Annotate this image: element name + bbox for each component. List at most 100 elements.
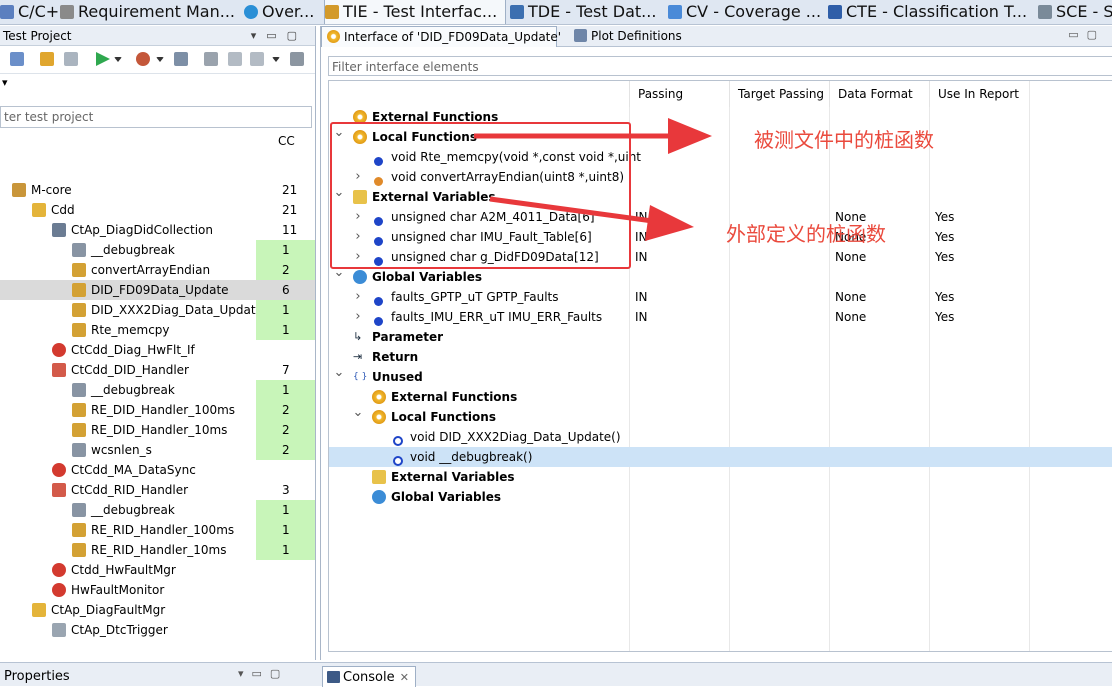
tree-item-cc: 21 — [282, 203, 298, 217]
cell-report[interactable]: Yes — [935, 307, 954, 327]
chevron-down-icon[interactable]: ⌄ — [333, 363, 345, 383]
tree-item[interactable]: CtAp_DiagDidCollection 11 — [0, 220, 315, 240]
chevron-right-icon[interactable]: › — [352, 307, 364, 327]
tree-item[interactable]: CtCdd_RID_Handler 3 — [0, 480, 315, 500]
interface-row[interactable]: ⌄ Local Functions — [329, 405, 1112, 427]
column-data-format[interactable]: Data Format — [829, 81, 929, 107]
perspective-tab-overview[interactable]: Over... — [244, 0, 320, 24]
tree-item[interactable]: __debugbreak 1 — [0, 240, 315, 260]
tab-properties[interactable]: Properties — [4, 666, 70, 687]
tree-item[interactable]: M-core 21 — [0, 180, 315, 200]
tree-item[interactable]: RE_DID_Handler_100ms 2 — [0, 400, 315, 420]
view-controls[interactable]: ▾▭▢ — [251, 26, 307, 46]
tree-item-label: convertArrayEndian — [91, 263, 211, 277]
tree-item[interactable]: CtCdd_MA_DataSync — [0, 460, 315, 480]
column-use-in-report[interactable]: Use In Report — [929, 81, 1029, 107]
refresh-icon[interactable] — [64, 52, 78, 66]
close-icon[interactable]: ✕ — [400, 667, 409, 688]
interface-row[interactable]: Global Variables — [329, 487, 1112, 507]
debug-icon[interactable] — [136, 52, 150, 66]
tree-item[interactable]: CtCdd_DID_Handler 7 — [0, 360, 315, 380]
tree-item[interactable]: CtAp_DtcTrigger — [0, 620, 315, 640]
tree-item[interactable]: RE_RID_Handler_100ms 1 — [0, 520, 315, 540]
cell-format[interactable]: None — [835, 247, 866, 267]
tree-item[interactable]: RE_RID_Handler_10ms 1 — [0, 540, 315, 560]
chevron-down-icon[interactable] — [114, 57, 122, 62]
column-target-passing[interactable]: Target Passing — [729, 81, 829, 107]
chevron-right-icon[interactable]: › — [352, 287, 364, 307]
chevron-down-icon[interactable]: ⌄ — [352, 403, 364, 423]
chevron-down-icon[interactable]: ▾ — [2, 76, 8, 89]
tree-item[interactable]: Ctdd_HwFaultMgr — [0, 560, 315, 580]
tree-item[interactable]: RE_DID_Handler_10ms 2 — [0, 420, 315, 440]
cell-report[interactable]: Yes — [935, 207, 954, 227]
perspective-tab-tde[interactable]: TDE - Test Dat... — [510, 0, 660, 24]
cell-passing[interactable]: IN — [635, 207, 648, 227]
editor-controls[interactable]: ▭▢ — [1068, 28, 1105, 41]
perspective-tab-requirements[interactable]: Requirement Man... — [60, 0, 238, 24]
interface-row[interactable]: ↳ Parameter — [329, 327, 1112, 347]
tree-item-cc: 2 — [256, 260, 315, 280]
function-check-icon — [72, 523, 86, 537]
link-icon[interactable] — [290, 52, 304, 66]
tab-console[interactable]: Console ✕ — [322, 666, 416, 687]
properties-controls[interactable]: ▾▭▢ — [238, 667, 288, 680]
tree-item[interactable]: CtAp_DiagFaultMgr — [0, 600, 315, 620]
cell-report[interactable]: Yes — [935, 227, 954, 247]
tree-item[interactable]: __debugbreak 1 — [0, 500, 315, 520]
project-filter-input[interactable]: ter test project — [0, 106, 312, 128]
cell-passing[interactable]: IN — [635, 287, 648, 307]
tree-item[interactable]: convertArrayEndian 2 — [0, 260, 315, 280]
interface-row[interactable]: void __debugbreak() — [329, 447, 1112, 467]
cell-format[interactable]: None — [835, 307, 866, 327]
export-icon[interactable] — [228, 52, 242, 66]
report-icon[interactable] — [250, 52, 264, 66]
perspective-tab-sce[interactable]: SCE - S — [1038, 0, 1112, 24]
tree-item-cc: 21 — [282, 183, 298, 197]
interface-row[interactable]: ⇥ Return — [329, 347, 1112, 367]
cell-passing[interactable]: IN — [635, 247, 648, 267]
perspective-tab-cte[interactable]: CTE - Classification T... — [828, 0, 1030, 24]
cell-report[interactable]: Yes — [935, 247, 954, 267]
view-header: Test Project ▾▭▢ — [0, 26, 315, 46]
stop-icon[interactable] — [204, 52, 218, 66]
tree-item[interactable]: CtCdd_Diag_HwFlt_If — [0, 340, 315, 360]
interface-row[interactable]: › faults_GPTP_uT GPTP_Faults IN None Yes — [329, 287, 1112, 307]
cell-passing[interactable]: IN — [635, 307, 648, 327]
tree-item-cc: 1 — [256, 300, 315, 320]
interface-filter-input[interactable]: Filter interface elements — [328, 56, 1112, 76]
cell-report[interactable]: Yes — [935, 287, 954, 307]
interface-row[interactable]: void DID_XXX2Diag_Data_Update() — [329, 427, 1112, 447]
tree-item[interactable]: __debugbreak 1 — [0, 380, 315, 400]
tool-icon[interactable] — [174, 52, 188, 66]
interface-row[interactable]: External Variables — [329, 467, 1112, 487]
module-icon — [52, 223, 66, 237]
tree-item[interactable]: DID_FD09Data_Update 6 — [0, 280, 315, 300]
tree-item[interactable]: wcsnlen_s 2 — [0, 440, 315, 460]
interface-row[interactable]: External Functions — [329, 387, 1112, 407]
function-check-icon — [72, 403, 86, 417]
interface-row[interactable]: ⌄ { } Unused — [329, 365, 1112, 387]
cell-passing[interactable]: IN — [635, 227, 648, 247]
column-passing[interactable]: Passing — [629, 81, 729, 107]
function-icon — [72, 383, 86, 397]
import-icon[interactable] — [10, 52, 24, 66]
tree-item[interactable]: HwFaultMonitor — [0, 580, 315, 600]
tab-interface[interactable]: Interface of 'DID_FD09Data_Update' — [321, 26, 561, 47]
tree-item[interactable]: Rte_memcpy 1 — [0, 320, 315, 340]
tree-item[interactable]: Cdd 21 — [0, 200, 315, 220]
settings-icon[interactable] — [40, 52, 54, 66]
run-icon[interactable] — [96, 52, 110, 66]
test-project-view: Test Project ▾▭▢ ▾ ter test project CC M… — [0, 26, 316, 660]
perspective-tab-cpp[interactable]: C/C++ — [0, 0, 58, 24]
interface-row[interactable]: › faults_IMU_ERR_uT IMU_ERR_Faults IN None Y… — [329, 307, 1112, 327]
cell-format[interactable]: None — [835, 287, 866, 307]
cc-column-header[interactable]: CC — [278, 134, 295, 148]
tree-item[interactable]: DID_XXX2Diag_Data_Update 1 — [0, 300, 315, 320]
tab-plot-definitions[interactable]: Plot Definitions — [569, 26, 685, 47]
perspective-tab-tie[interactable]: TIE - Test Interfac... — [324, 0, 506, 24]
perspective-tab-cv[interactable]: CV - Coverage ... — [668, 0, 820, 24]
chevron-down-icon[interactable] — [272, 57, 280, 62]
interface-row[interactable]: ⌄ Global Variables — [329, 265, 1112, 287]
chevron-down-icon[interactable] — [156, 57, 164, 62]
